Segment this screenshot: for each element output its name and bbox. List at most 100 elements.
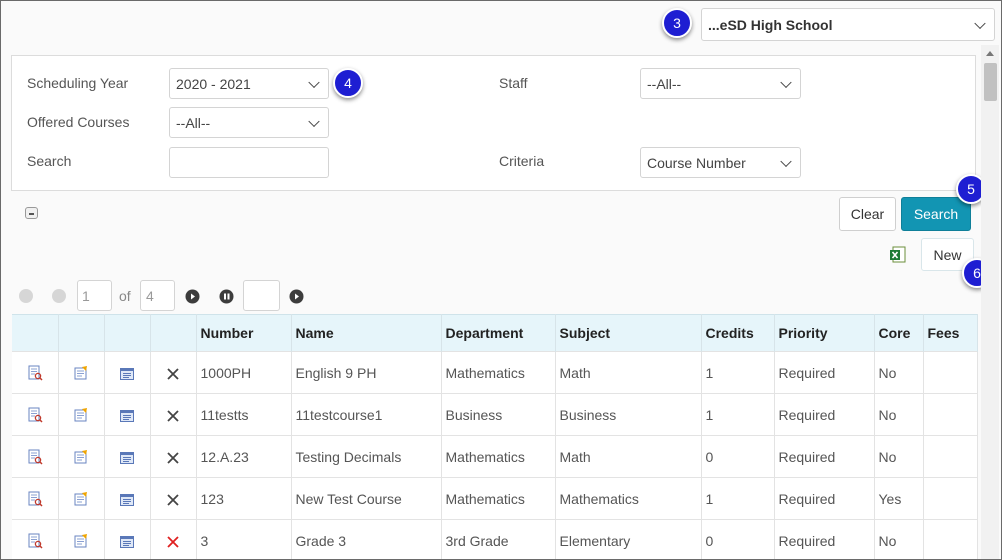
page-number-input[interactable] (77, 280, 112, 311)
col-header-credits[interactable]: Credits (701, 314, 775, 352)
view-icon[interactable] (12, 351, 59, 394)
col-header-number[interactable]: Number (196, 314, 292, 352)
table-row[interactable]: 3 Grade 3 3rd Grade Elementary 0 Required No (12, 519, 978, 559)
delete-icon[interactable] (150, 393, 197, 436)
chevron-down-icon (308, 115, 320, 127)
filters-panel (11, 55, 976, 191)
app-frame: ...eSD High School 3 Scheduling Year 202… (0, 0, 1002, 560)
cell-fees (923, 477, 978, 520)
col-header-name[interactable]: Name (291, 314, 442, 352)
edit-icon[interactable] (58, 519, 105, 559)
table-header-row: Number Name Department Subject Credits P… (12, 314, 978, 352)
callout-4: 4 (333, 68, 363, 98)
go-to-page-icon[interactable] (289, 289, 304, 304)
cell-credits: 1 (701, 393, 775, 436)
details-icon[interactable] (104, 351, 151, 394)
cell-core: No (874, 519, 924, 559)
next-page-icon[interactable] (185, 289, 200, 304)
page-total: 4 (140, 280, 175, 311)
details-icon[interactable] (104, 477, 151, 520)
delete-icon[interactable] (150, 435, 197, 478)
col-header-fees[interactable]: Fees (923, 314, 978, 352)
cell-name: 11testcourse1 (291, 393, 442, 436)
cell-number: 123 (196, 477, 292, 520)
cell-credits: 0 (701, 519, 775, 559)
vertical-scrollbar[interactable] (981, 45, 999, 559)
view-icon[interactable] (12, 477, 59, 520)
table-row[interactable]: 1000PH English 9 PH Mathematics Math 1 Requir… (12, 351, 978, 394)
search-input[interactable] (169, 147, 329, 178)
scroll-up-arrow[interactable] (986, 51, 994, 56)
last-page-icon[interactable] (219, 289, 234, 304)
cell-department: Mathematics (441, 435, 556, 478)
table-row[interactable]: 11testts 11testcourse1 Business Business 1 Re… (12, 393, 978, 436)
search-label: Search (27, 153, 72, 169)
go-to-page-input[interactable] (243, 280, 280, 311)
first-page-icon[interactable] (19, 289, 33, 303)
edit-icon[interactable] (58, 351, 105, 394)
delete-icon[interactable] (150, 351, 197, 394)
col-header-details (104, 314, 151, 352)
offered-courses-select[interactable]: --All-- (169, 107, 329, 138)
cell-credits: 0 (701, 435, 775, 478)
col-header-priority[interactable]: Priority (774, 314, 875, 352)
cell-fees (923, 393, 978, 436)
delete-icon[interactable] (150, 519, 197, 559)
cell-subject: Math (555, 351, 702, 394)
table-row[interactable]: 12.A.23 Testing Decimals Mathematics Math 0 R… (12, 435, 978, 478)
cell-fees (923, 435, 978, 478)
cell-name: English 9 PH (291, 351, 442, 394)
cell-priority: Required (774, 435, 875, 478)
cell-name: New Test Course (291, 477, 442, 520)
cell-priority: Required (774, 519, 875, 559)
cell-subject: Elementary (555, 519, 702, 559)
cell-number: 11testts (196, 393, 292, 436)
collapse-filters-icon[interactable] (25, 207, 38, 219)
cell-priority: Required (774, 477, 875, 520)
cell-priority: Required (774, 351, 875, 394)
scrollbar-thumb[interactable] (984, 63, 997, 101)
criteria-select[interactable]: Course Number (640, 147, 801, 178)
details-icon[interactable] (104, 519, 151, 559)
view-icon[interactable] (12, 519, 59, 559)
page-of-label: of (119, 288, 131, 304)
col-header-view (12, 314, 59, 352)
cell-name: Grade 3 (291, 519, 442, 559)
col-header-edit (58, 314, 105, 352)
table-row[interactable]: 123 New Test Course Mathematics Mathematics… (12, 477, 978, 520)
cell-core: No (874, 393, 924, 436)
callout-3: 3 (662, 8, 692, 38)
previous-page-icon[interactable] (52, 289, 66, 303)
staff-label: Staff (499, 75, 528, 91)
cell-core: Yes (874, 477, 924, 520)
delete-icon[interactable] (150, 477, 197, 520)
edit-icon[interactable] (58, 477, 105, 520)
cell-fees (923, 351, 978, 394)
details-icon[interactable] (104, 393, 151, 436)
cell-core: No (874, 435, 924, 478)
cell-subject: Math (555, 435, 702, 478)
staff-select[interactable]: --All-- (640, 68, 801, 99)
cell-core: No (874, 351, 924, 394)
cell-credits: 1 (701, 477, 775, 520)
excel-export-icon[interactable] (889, 246, 907, 264)
scheduling-year-select[interactable]: 2020 - 2021 (169, 68, 329, 99)
cell-priority: Required (774, 393, 875, 436)
clear-button[interactable]: Clear (839, 197, 896, 231)
school-select[interactable]: ...eSD High School (701, 8, 995, 41)
col-header-delete (150, 314, 197, 352)
edit-icon[interactable] (58, 393, 105, 436)
cell-department: Business (441, 393, 556, 436)
view-icon[interactable] (12, 393, 59, 436)
col-header-core[interactable]: Core (874, 314, 924, 352)
search-button[interactable]: Search (901, 197, 971, 231)
col-header-department[interactable]: Department (441, 314, 556, 352)
offered-courses-label: Offered Courses (27, 114, 130, 130)
cell-department: Mathematics (441, 477, 556, 520)
cell-credits: 1 (701, 351, 775, 394)
edit-icon[interactable] (58, 435, 105, 478)
chevron-down-icon (780, 76, 792, 88)
col-header-subject[interactable]: Subject (555, 314, 702, 352)
details-icon[interactable] (104, 435, 151, 478)
view-icon[interactable] (12, 435, 59, 478)
